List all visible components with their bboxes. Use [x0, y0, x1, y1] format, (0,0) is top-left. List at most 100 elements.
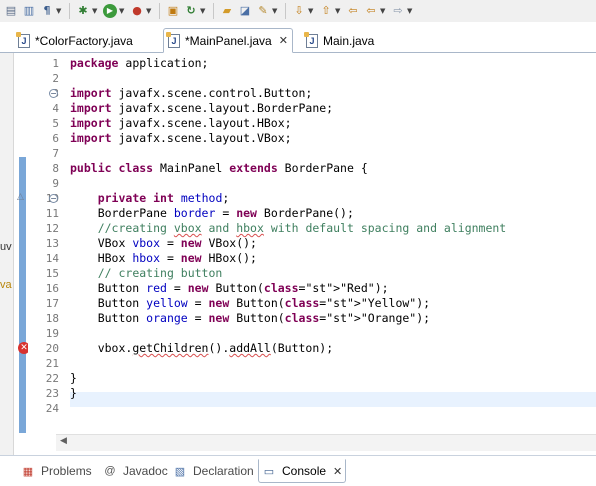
next-annotation-icon[interactable]: ⇩	[292, 4, 306, 18]
code-line: import javafx.scene.layout.BorderPane;	[70, 101, 334, 115]
forward-icon[interactable]: ⇨	[391, 4, 405, 18]
toolbar-separator	[69, 3, 70, 19]
prev-annotation-icon[interactable]: ⇧	[319, 4, 333, 18]
fold-toggle-icon[interactable]: −	[49, 89, 58, 98]
chevron-down-icon[interactable]: ▼	[407, 7, 413, 15]
chevron-down-icon[interactable]: ▼	[380, 7, 386, 15]
tab-colorfactory[interactable]: J *ColorFactory.java	[14, 28, 137, 53]
line-number: 15	[45, 267, 59, 280]
line-number: 14	[45, 252, 59, 265]
line-number: 8	[52, 162, 59, 175]
code-editor[interactable]: △✕ 1234567891011121314151617181920212223…	[14, 53, 596, 434]
refresh-icon[interactable]: ↻	[184, 4, 198, 18]
line-number: 23	[45, 387, 59, 400]
code-area[interactable]: package application; import javafx.scene.…	[70, 53, 596, 434]
code-line: public class MainPanel extends BorderPan…	[70, 161, 368, 175]
tab-javadoc[interactable]: @ Javadoc	[100, 459, 171, 483]
code-line: }	[70, 371, 77, 385]
java-file-icon: J	[166, 31, 180, 48]
chevron-down-icon[interactable]: ▼	[92, 7, 98, 15]
code-line: vbox.getChildren().addAll(Button);	[70, 341, 334, 355]
tab-declaration[interactable]: ▧ Declaration	[170, 459, 257, 483]
pencil-icon[interactable]: ✎	[256, 4, 270, 18]
debug-icon[interactable]: ✱	[76, 4, 90, 18]
tab-label: Console	[282, 464, 327, 478]
scroll-left-icon[interactable]: ◀	[60, 436, 67, 446]
line-number: 22	[45, 372, 59, 385]
horizontal-scrollbar[interactable]: ◀	[56, 434, 596, 451]
line-number: 18	[45, 312, 59, 325]
last-edit-icon[interactable]: ⇦	[346, 4, 360, 18]
line-number: 1	[52, 57, 59, 70]
toolbar-separator	[285, 3, 286, 19]
java-file-icon: J	[16, 31, 30, 48]
line-number-gutter: 123456789101112131415161718192021222324−…	[28, 53, 61, 434]
line-number: 12	[45, 222, 59, 235]
tab-label: Problems	[41, 464, 92, 478]
close-icon[interactable]: ✕	[279, 34, 288, 47]
code-line: //creating vbox and hbox with default sp…	[97, 221, 507, 235]
line-number: 11	[45, 207, 59, 220]
tab-problems[interactable]: ▦ Problems	[18, 459, 95, 483]
code-line: Button orange = new Button(class="st">"O…	[70, 311, 431, 325]
line-number: 24	[45, 402, 59, 415]
tab-label: *MainPanel.java	[185, 33, 272, 48]
bottom-panel-tabs: ▦ Problems @ Javadoc ▧ Declaration ▭ Con…	[0, 455, 596, 486]
line-number: 19	[45, 327, 59, 340]
code-line: import javafx.scene.control.Button;	[70, 86, 313, 100]
code-line: private int method;	[97, 191, 230, 205]
paragraph-icon[interactable]: ¶	[40, 4, 54, 18]
line-number: 7	[52, 147, 59, 160]
overview-ruler: △ ✕	[14, 53, 30, 434]
line-number: 21	[45, 357, 59, 370]
line-number: 2	[52, 72, 59, 85]
java-file-icon: J	[304, 31, 318, 48]
line-number: 16	[45, 282, 59, 295]
chevron-down-icon[interactable]: ▼	[272, 7, 278, 15]
line-number: 4	[52, 102, 59, 115]
problems-icon: ▦	[22, 465, 34, 478]
tab-mainpanel[interactable]: J *MainPanel.java ✕	[163, 28, 293, 53]
tab-label: Main.java	[323, 33, 375, 48]
code-line: // creating button	[97, 266, 223, 280]
new-class-icon[interactable]: ▣	[166, 4, 180, 18]
line-number: 5	[52, 117, 59, 130]
clipped-text: va	[0, 279, 12, 291]
line-number: 13	[45, 237, 59, 250]
code-line: BorderPane border = new BorderPane();	[70, 206, 354, 220]
chevron-down-icon[interactable]: ▼	[200, 7, 206, 15]
chevron-down-icon[interactable]: ▼	[308, 7, 314, 15]
back-icon[interactable]: ⇦	[364, 4, 378, 18]
save-all-icon[interactable]: ▥	[22, 4, 36, 18]
code-line: package application;	[70, 56, 209, 70]
main-toolbar: ▤ ▥ ¶ ▼ ✱ ▼ ▶ ▼ ● ▼ ▣ ↻ ▼ ▰ ◪ ✎ ▼ ⇩ ▼ ⇧ …	[0, 0, 596, 22]
tab-main[interactable]: J Main.java	[302, 28, 378, 53]
open-type-icon[interactable]: ◪	[238, 4, 252, 18]
package-explorer-edge: uv va	[0, 53, 14, 455]
print-icon[interactable]: ▤	[4, 4, 18, 18]
warning-icon[interactable]: △	[17, 192, 24, 202]
code-line: HBox hbox = new HBox();	[70, 251, 257, 265]
run-icon[interactable]: ▶	[103, 4, 117, 18]
code-line: Button yellow = new Button(class="st">"Y…	[70, 296, 431, 310]
at-icon: @	[104, 465, 116, 477]
coverage-icon[interactable]: ●	[130, 4, 144, 18]
current-line-highlight	[70, 392, 596, 407]
code-line: import javafx.scene.layout.HBox;	[70, 116, 292, 130]
chevron-down-icon[interactable]: ▼	[335, 7, 341, 15]
line-number: 6	[52, 132, 59, 145]
tab-label: *ColorFactory.java	[35, 33, 133, 48]
clipped-text: uv	[0, 241, 12, 253]
chevron-down-icon[interactable]: ▼	[119, 7, 125, 15]
tab-console[interactable]: ▭ Console ✕	[258, 459, 347, 483]
fold-toggle-icon[interactable]: −	[49, 194, 58, 203]
code-line: import javafx.scene.layout.VBox;	[70, 131, 292, 145]
code-line: }	[70, 386, 77, 400]
line-number: 9	[52, 177, 59, 190]
chevron-down-icon[interactable]: ▼	[56, 7, 62, 15]
console-icon: ▭	[263, 465, 275, 478]
open-folder-icon[interactable]: ▰	[220, 4, 234, 18]
chevron-down-icon[interactable]: ▼	[146, 7, 152, 15]
tab-label: Declaration	[193, 464, 254, 478]
close-icon[interactable]: ✕	[333, 465, 342, 478]
